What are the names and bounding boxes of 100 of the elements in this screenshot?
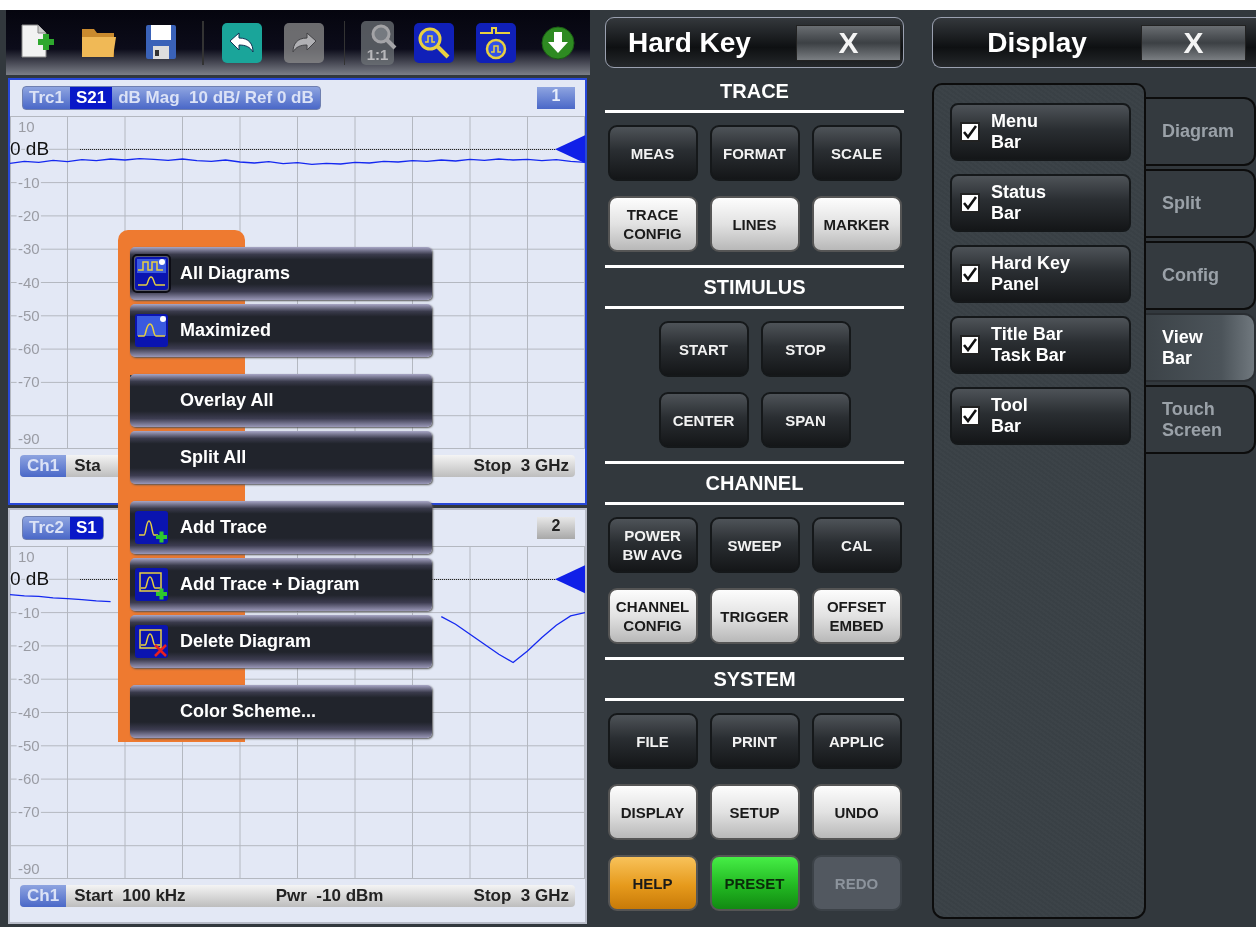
menu-item[interactable]: Overlay All: [130, 374, 432, 427]
tab[interactable]: Touch Screen: [1146, 385, 1256, 454]
checkbox-button[interactable]: Hard Key Panel: [950, 245, 1131, 303]
menu-item[interactable]: Split All: [130, 431, 432, 484]
add-diagram-icon: [135, 568, 168, 601]
trace-label: Trc2: [28, 517, 65, 539]
diagrams-icon: [135, 257, 168, 290]
hard-key-button[interactable]: STOP: [760, 321, 851, 377]
checkbox-button[interactable]: Title Bar Task Bar: [950, 316, 1131, 374]
axis-label: -50: [18, 736, 40, 754]
hard-key-button[interactable]: CAL: [811, 517, 902, 573]
axis-label: -90: [18, 430, 40, 447]
section-heading: CHANNEL: [705, 471, 804, 495]
axis-label: -70: [18, 803, 40, 821]
hard-key-button[interactable]: MEAS: [607, 125, 698, 181]
tab[interactable]: Split: [1146, 169, 1256, 238]
axis-label: -30: [18, 240, 40, 258]
hard-key-button[interactable]: LINES: [709, 196, 800, 252]
waveform-icon: [135, 314, 168, 347]
hard-key-button[interactable]: SWEEP: [709, 517, 800, 573]
checkbox[interactable]: [960, 335, 980, 355]
trace-info-bar[interactable]: Trc2 S1: [22, 516, 104, 540]
tab[interactable]: Diagram: [1146, 97, 1256, 166]
close-button[interactable]: X: [1141, 24, 1246, 61]
checkbox-button[interactable]: Status Bar: [950, 174, 1131, 232]
reference-marker[interactable]: [555, 135, 585, 164]
axis-label: -10: [18, 603, 40, 621]
axis-label: -60: [18, 340, 40, 358]
checkbox[interactable]: [960, 406, 980, 426]
diagram-number: 2: [537, 517, 575, 539]
checkbox-button[interactable]: Tool Bar: [950, 387, 1131, 445]
section-heading: TRACE: [720, 79, 789, 103]
hard-key-button[interactable]: CENTER: [658, 392, 749, 448]
channel-label: Ch1: [20, 885, 67, 907]
channel-info-text: Stop 3 GHz: [473, 455, 569, 477]
menu-item[interactable]: All Diagrams: [130, 247, 432, 300]
axis-label: -60: [18, 770, 40, 788]
hard-key-button[interactable]: PRINT: [709, 713, 800, 769]
hard-key-button[interactable]: FORMAT: [709, 125, 800, 181]
axis-label: -70: [18, 373, 40, 391]
channel-info-text: Start 100 kHz: [74, 885, 186, 907]
hard-key-button[interactable]: SPAN: [760, 392, 851, 448]
reference-label: 0 dB: [10, 138, 50, 160]
parameter-label: S21: [70, 87, 113, 109]
tab[interactable]: View Bar: [1146, 313, 1256, 382]
menu-item[interactable]: Add Trace + Diagram: [130, 558, 432, 611]
parameter-label: S1: [70, 517, 103, 539]
checkbox[interactable]: [960, 264, 980, 284]
hard-key-button[interactable]: CHANNEL CONFIG: [607, 588, 698, 644]
delete-diagram-icon: [135, 625, 168, 658]
hard-key-button[interactable]: OFFSET EMBED: [811, 588, 902, 644]
hard-key-button[interactable]: POWER BW AVG: [607, 517, 698, 573]
panel-title: Display: [986, 26, 1088, 59]
hard-key-button[interactable]: TRIGGER: [709, 588, 800, 644]
trace-info-bar[interactable]: Trc1 S21 dB Mag 10 dB/ Ref 0 dB: [22, 86, 321, 110]
axis-label: 10: [18, 548, 35, 565]
hard-key-button[interactable]: MARKER: [811, 196, 902, 252]
hard-key-button[interactable]: APPLIC: [811, 713, 902, 769]
hard-key-button[interactable]: FILE: [607, 713, 698, 769]
reference-marker[interactable]: [555, 565, 585, 594]
hard-key-button[interactable]: HELP: [607, 855, 698, 911]
section-heading: STIMULUS: [703, 275, 806, 299]
checkbox[interactable]: [960, 122, 980, 142]
menu-item[interactable]: Delete Diagram: [130, 615, 432, 668]
zoom-icon[interactable]: [412, 20, 456, 65]
hard-key-button[interactable]: PRESET: [709, 855, 800, 911]
undo-icon[interactable]: [219, 20, 264, 65]
checkmark-icon: [963, 409, 977, 423]
hard-key-button[interactable]: START: [658, 321, 749, 377]
trace-label: Trc1: [28, 87, 65, 109]
add-trace-icon: [135, 511, 168, 544]
hard-key-button[interactable]: UNDO: [811, 784, 902, 840]
axis-label: -50: [18, 306, 40, 324]
axis-label: -40: [18, 273, 40, 291]
menu-item[interactable]: Maximized: [130, 304, 432, 357]
checkmark-icon: [963, 196, 977, 210]
axis-label: -40: [18, 703, 40, 721]
hard-key-button[interactable]: TRACE CONFIG: [607, 196, 698, 252]
channel-info-text: Sta: [74, 455, 101, 477]
format-label: dB Mag 10 dB/ Ref 0 dB: [117, 87, 315, 109]
menu-item[interactable]: Color Scheme...: [130, 685, 432, 738]
axis-label: -90: [18, 860, 40, 877]
axis-label: -30: [18, 670, 40, 688]
menu-item[interactable]: Add Trace: [130, 501, 432, 554]
hard-key-button[interactable]: SCALE: [811, 125, 902, 181]
tab[interactable]: Config: [1146, 241, 1256, 310]
checkbox-button[interactable]: Menu Bar: [950, 103, 1131, 161]
axis-label: 10: [18, 118, 35, 135]
checkmark-icon: [963, 267, 977, 281]
axis-label: -20: [18, 206, 40, 224]
channel-info-text: Pwr -10 dBm: [275, 885, 384, 907]
panel-title: Hard Key: [628, 26, 751, 59]
hard-key-button[interactable]: DISPLAY: [607, 784, 698, 840]
close-button[interactable]: X: [796, 24, 901, 61]
checkmark-icon: [963, 338, 977, 352]
zoom-marker-icon[interactable]: [474, 20, 518, 65]
section-heading: SYSTEM: [713, 667, 796, 691]
hard-key-button[interactable]: SETUP: [709, 784, 800, 840]
axis-label: -10: [18, 173, 40, 191]
checkbox[interactable]: [960, 193, 980, 213]
